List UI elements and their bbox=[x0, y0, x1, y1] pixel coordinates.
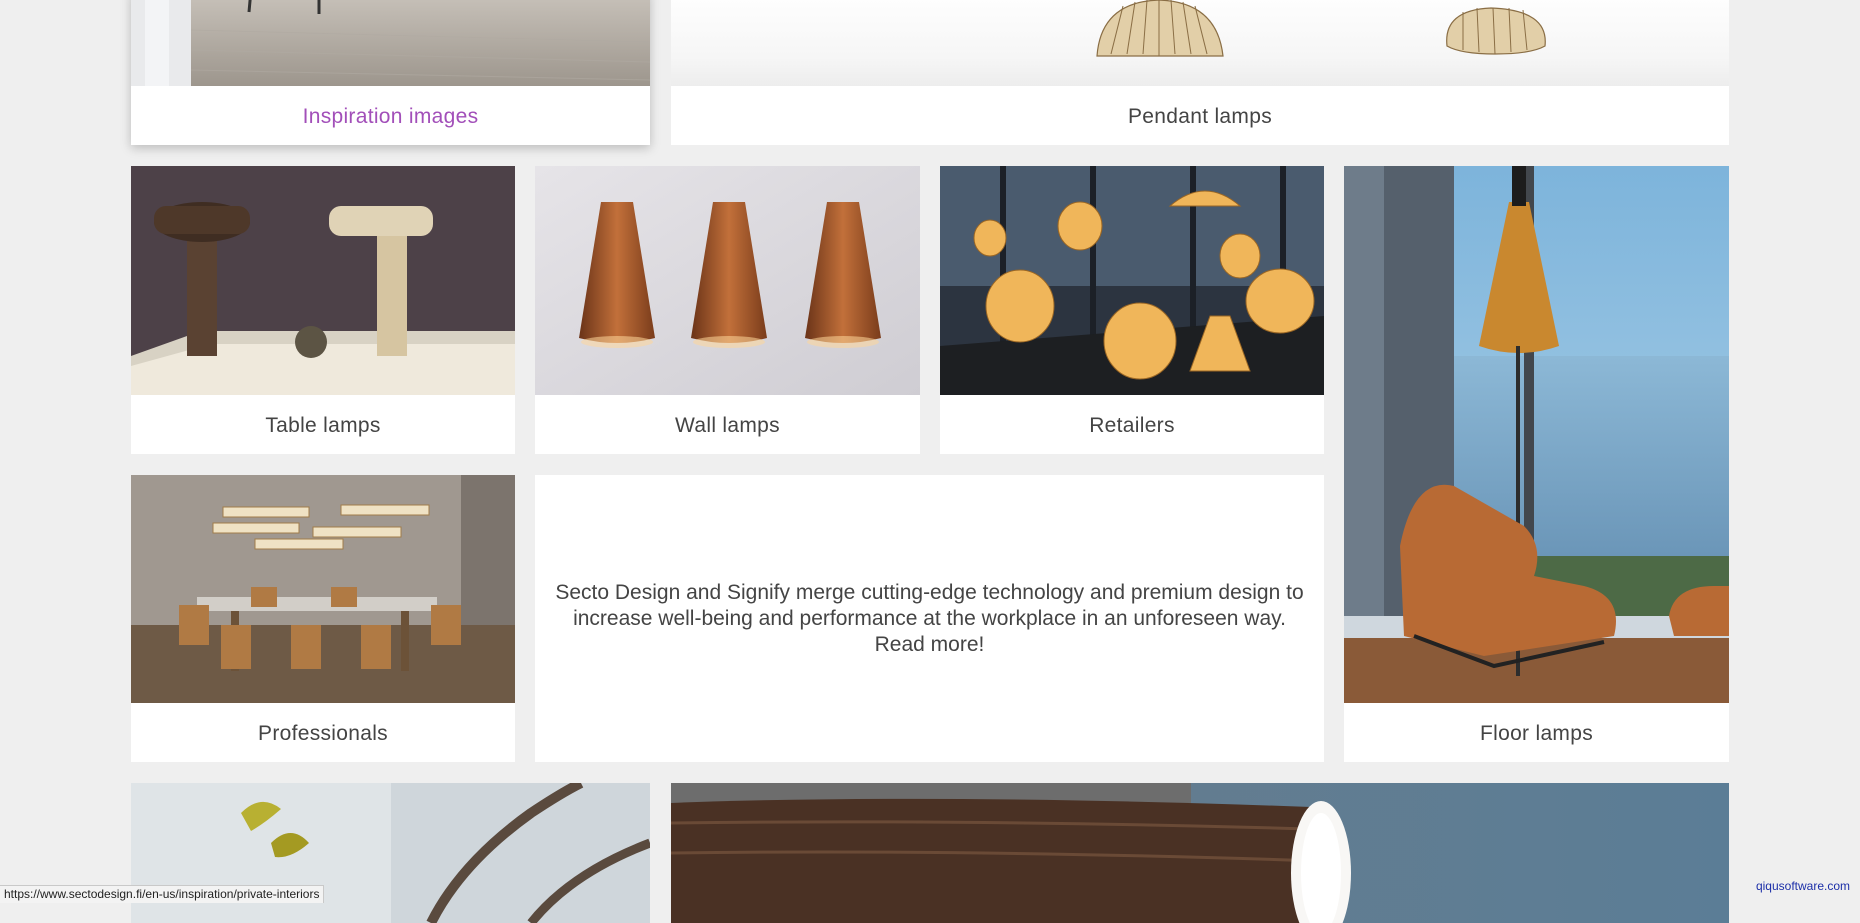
pendant-lamps-image bbox=[671, 0, 1729, 86]
status-bar-url: https://www.sectodesign.fi/en-us/inspira… bbox=[0, 885, 325, 903]
tile-label: Floor lamps bbox=[1480, 722, 1593, 745]
retailers-image bbox=[940, 166, 1324, 395]
professionals-image bbox=[131, 475, 515, 703]
wood-lamp-image bbox=[671, 783, 1729, 923]
tile-professionals[interactable]: Professionals bbox=[131, 475, 515, 762]
tile-retailers[interactable]: Retailers bbox=[940, 166, 1324, 454]
tile-inspiration-images[interactable]: Inspiration images bbox=[131, 0, 650, 145]
tile-label: Inspiration images bbox=[302, 105, 479, 128]
tile-wood-lamp-image[interactable] bbox=[671, 783, 1729, 923]
wall-lamps-image bbox=[535, 166, 920, 395]
tile-floor-lamps[interactable]: Floor lamps bbox=[1344, 166, 1729, 762]
tile-wall-lamps[interactable]: Wall lamps bbox=[535, 166, 920, 454]
tile-label: Wall lamps bbox=[675, 414, 780, 437]
inspiration-image bbox=[131, 0, 650, 86]
promo-text: Secto Design and Signify merge cutting-e… bbox=[555, 580, 1304, 656]
tile-pendant-lamps[interactable]: Pendant lamps bbox=[671, 0, 1729, 145]
floor-lamps-image bbox=[1344, 166, 1729, 703]
tile-label: Pendant lamps bbox=[1128, 105, 1272, 128]
watermark: qiqusoftware.com bbox=[1755, 879, 1850, 893]
table-lamps-image bbox=[131, 166, 515, 395]
tile-signify-promo[interactable]: Secto Design and Signify merge cutting-e… bbox=[535, 475, 1324, 762]
tile-label: Retailers bbox=[1089, 414, 1175, 437]
tile-label: Professionals bbox=[258, 722, 388, 745]
tile-label: Table lamps bbox=[265, 414, 381, 437]
tile-table-lamps[interactable]: Table lamps bbox=[131, 166, 515, 454]
